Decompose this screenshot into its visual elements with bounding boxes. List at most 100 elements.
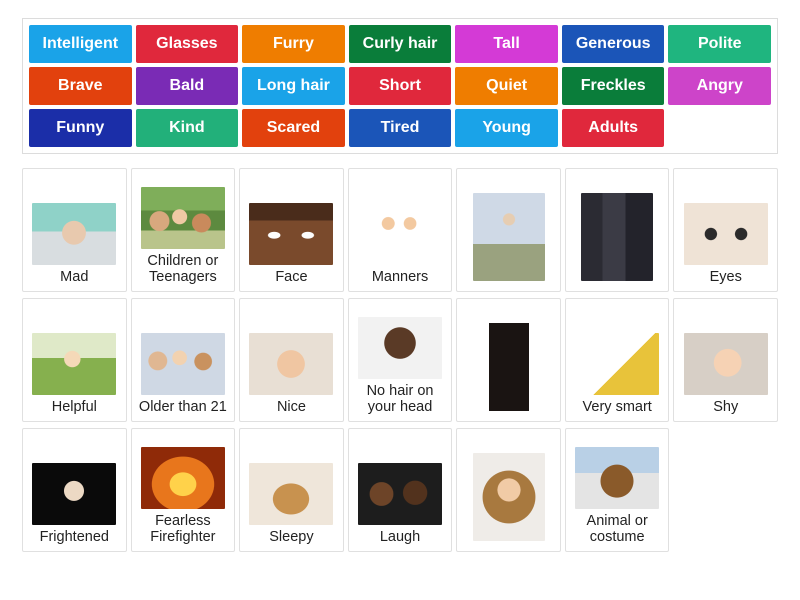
tile-kind[interactable]: Kind [135, 109, 239, 147]
tile-label: Scared [266, 118, 321, 136]
laughing-friends-photo [358, 462, 443, 525]
tile-adults[interactable]: Adults [561, 109, 665, 147]
card-no-hair-on-your-head[interactable]: No hair on your head [347, 298, 453, 422]
card-label: Face [275, 268, 308, 285]
card-label: Manners [371, 268, 429, 285]
adults-group-photo [140, 332, 225, 395]
card-label: Older than 21 [138, 398, 227, 415]
close-up-face-photo [249, 202, 334, 265]
card-frightened[interactable]: Frightened [22, 428, 127, 552]
card-mad[interactable]: Mad [22, 168, 127, 292]
card-nice[interactable]: Nice [239, 298, 344, 422]
card-label: Children or Teenagers [147, 252, 219, 285]
tile-angry[interactable]: Angry [668, 67, 772, 105]
tile-label: Furry [272, 34, 314, 52]
two-children-illustration [358, 202, 443, 265]
group-of-kids-photo [140, 186, 225, 249]
tile-scared[interactable]: Scared [242, 109, 345, 147]
tile-label: Tired [380, 118, 420, 136]
tiles-row: Intelligent Glasses Furry Curly hair Tal… [29, 25, 772, 63]
card-manners[interactable]: Manners [347, 168, 453, 292]
card-label: No hair on your head [366, 382, 434, 415]
card-label: Helpful [51, 398, 97, 415]
tile-short[interactable]: Short [348, 67, 452, 105]
card-label: Animal or costume [586, 512, 648, 545]
card-eyes[interactable]: Eyes [673, 168, 779, 292]
long-black-hair-photo [472, 323, 545, 411]
card-label: Fearless Firefighter [150, 512, 216, 545]
card-curly-hair[interactable] [456, 428, 561, 552]
tile-intelligent[interactable]: Intelligent [29, 25, 132, 63]
card-fearless-firefighter[interactable]: Fearless Firefighter [130, 428, 236, 552]
dog-in-costume-photo [575, 446, 660, 509]
tile-label: Generous [575, 34, 651, 52]
tile-label: Intelligent [42, 34, 119, 52]
shy-girl-photo [683, 332, 768, 395]
card-label: Shy [713, 398, 739, 415]
tile-generous[interactable]: Generous [561, 25, 665, 63]
tile-glasses[interactable]: Glasses [135, 25, 239, 63]
card-animal-or-costume[interactable]: Animal or costume [564, 428, 670, 552]
card-label: Nice [276, 398, 306, 415]
card-children-or-teenagers[interactable]: Children or Teenagers [130, 168, 236, 292]
tile-freckles[interactable]: Freckles [561, 67, 665, 105]
tile-label: Angry [696, 76, 743, 94]
tiles-panel: Intelligent Glasses Furry Curly hair Tal… [22, 18, 778, 154]
card-men-in-suits[interactable] [564, 168, 670, 292]
men-in-suits-photo [581, 193, 654, 281]
card-laugh[interactable]: Laugh [347, 428, 453, 552]
card-face[interactable]: Face [239, 168, 344, 292]
tile-young[interactable]: Young [455, 109, 558, 147]
tile-polite[interactable]: Polite [668, 25, 772, 63]
card-label: Mad [60, 268, 89, 285]
tile-tired[interactable]: Tired [348, 109, 452, 147]
family-standing-photo [472, 193, 545, 281]
card-sleepy[interactable]: Sleepy [239, 428, 344, 552]
boy-in-hoodie-photo [32, 202, 117, 265]
card-label: Frightened [39, 528, 109, 545]
cards-row: Mad Children or Teenagers Face Manners E… [22, 168, 779, 292]
card-label: Laugh [379, 528, 421, 545]
card-label: Sleepy [269, 528, 314, 545]
card-helpful[interactable]: Helpful [22, 298, 127, 422]
tile-long-hair[interactable]: Long hair [242, 67, 345, 105]
cards-row: Frightened Fearless Firefighter Sleepy L… [22, 428, 778, 552]
card-very-smart[interactable]: Very smart [564, 298, 670, 422]
tile-label: Young [482, 118, 531, 136]
tile-label: Quiet [486, 76, 528, 94]
tile-furry[interactable]: Furry [242, 25, 345, 63]
card-long-hair[interactable] [456, 298, 561, 422]
card-family[interactable] [456, 168, 561, 292]
tile-label: Polite [697, 34, 742, 52]
girl-gardening-photo [32, 332, 117, 395]
tile-label: Brave [58, 76, 103, 94]
tile-quiet[interactable]: Quiet [455, 67, 558, 105]
curly-hair-woman-photo [472, 453, 545, 541]
bald-man-photo [358, 316, 443, 379]
tile-label: Freckles [580, 76, 646, 94]
tiles-row: Brave Bald Long hair Short Quiet Freckle… [29, 67, 772, 105]
tile-brave[interactable]: Brave [29, 67, 132, 105]
tile-label: Curly hair [362, 34, 438, 52]
tile-tall[interactable]: Tall [455, 25, 558, 63]
card-older-than-21[interactable]: Older than 21 [130, 298, 236, 422]
tile-label: Kind [169, 118, 205, 136]
tile-label: Glasses [156, 34, 218, 52]
tile-label: Funny [56, 118, 105, 136]
tile-label: Short [379, 76, 421, 94]
scared-woman-photo [32, 462, 117, 525]
tile-label: Long hair [257, 76, 330, 94]
match-up-activity: Intelligent Glasses Furry Curly hair Tal… [0, 0, 800, 600]
tiles-row: Funny Kind Scared Tired Young Adults [29, 109, 771, 147]
tile-bald[interactable]: Bald [135, 67, 239, 105]
card-shy[interactable]: Shy [673, 298, 779, 422]
cards-grid: Mad Children or Teenagers Face Manners E… [22, 168, 779, 558]
tile-label: Tall [493, 34, 520, 52]
sleeping-dog-photo [249, 462, 334, 525]
tile-funny[interactable]: Funny [29, 109, 132, 147]
tile-curly-hair[interactable]: Curly hair [348, 25, 452, 63]
tile-label: Bald [169, 76, 205, 94]
tile-label: Adults [588, 118, 639, 136]
baby-smiling-photo [249, 332, 334, 395]
fire-flames-photo [140, 446, 225, 509]
